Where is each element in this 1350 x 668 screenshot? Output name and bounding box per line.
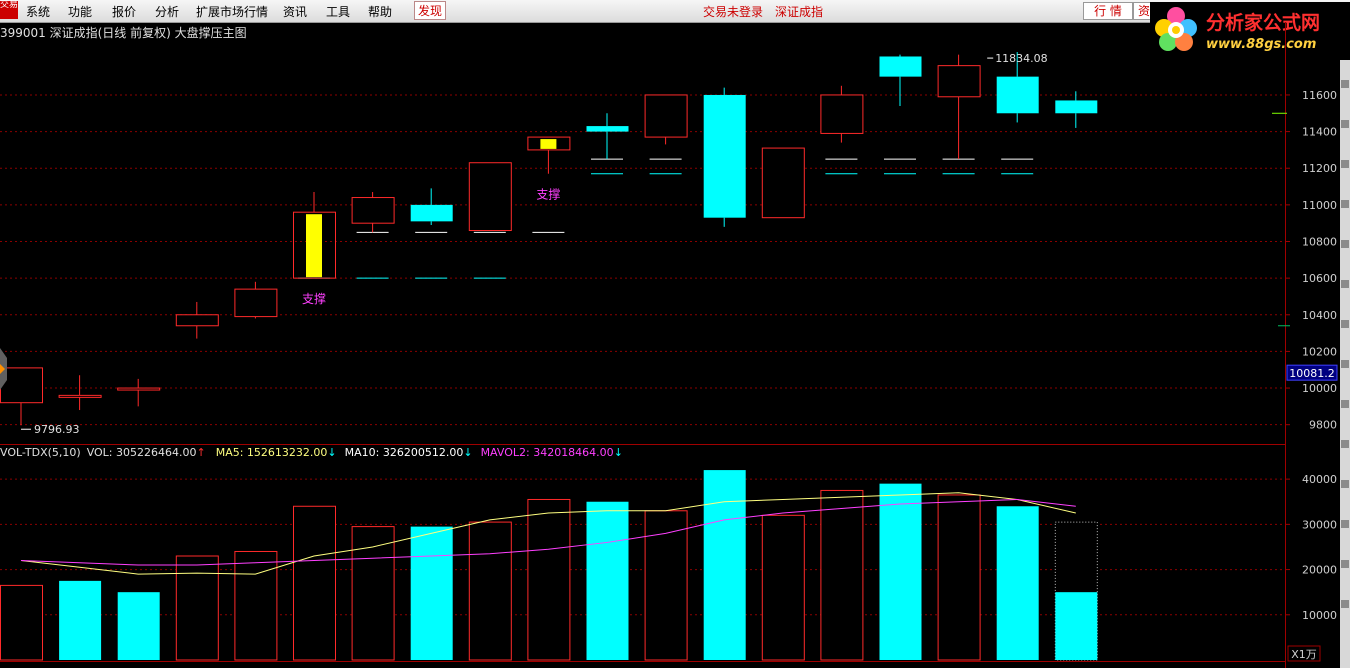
- candle-body[interactable]: [937, 65, 981, 98]
- candle-body[interactable]: [410, 204, 453, 222]
- volume-unit-label: X1万: [1291, 648, 1317, 661]
- volume-tick-label: 20000: [1302, 564, 1337, 577]
- price-tick-label: 10200: [1302, 345, 1337, 358]
- volume-bar[interactable]: [703, 470, 746, 660]
- candle-body[interactable]: [175, 314, 219, 327]
- price-tick-label: 11200: [1302, 162, 1337, 175]
- volume-bar[interactable]: [0, 584, 43, 661]
- candle-body[interactable]: [820, 94, 864, 134]
- price-tick-label: 11600: [1302, 89, 1337, 102]
- toolbar-tool-icon[interactable]: [1341, 520, 1349, 528]
- candle-highlight-body[interactable]: [306, 214, 322, 278]
- volume-bar[interactable]: [820, 489, 864, 661]
- candle-body[interactable]: [58, 394, 102, 398]
- candle-body[interactable]: [879, 56, 922, 77]
- volume-bar[interactable]: [293, 505, 336, 661]
- price-tick-label: 10400: [1302, 309, 1337, 322]
- price-tick-label: 10000: [1302, 382, 1337, 395]
- toolbar-tool-icon[interactable]: [1341, 280, 1349, 288]
- toolbar-tool-icon[interactable]: [1341, 80, 1349, 88]
- price-tick-label: 9800: [1309, 419, 1337, 432]
- support-label: 支撑: [302, 291, 326, 306]
- volume-bar[interactable]: [59, 580, 102, 660]
- price-tick-label: 10600: [1302, 272, 1337, 285]
- candle-body[interactable]: [644, 94, 688, 138]
- support-label: 支撑: [536, 187, 560, 202]
- price-tick-label: 10800: [1302, 236, 1337, 249]
- candle-body[interactable]: [1055, 100, 1098, 114]
- right-toolbar: [1340, 60, 1350, 668]
- current-price-label: 10081.2: [1289, 367, 1335, 380]
- toolbar-tool-icon[interactable]: [1341, 480, 1349, 488]
- toolbar-tool-icon[interactable]: [1341, 160, 1349, 168]
- volume-bar[interactable]: [527, 498, 571, 661]
- toolbar-tool-icon[interactable]: [1341, 120, 1349, 128]
- volume-bar[interactable]: [234, 550, 278, 661]
- volume-bar-current[interactable]: [1055, 592, 1098, 660]
- candle-body[interactable]: [351, 197, 395, 224]
- volume-bar[interactable]: [175, 555, 219, 661]
- volume-bar[interactable]: [410, 526, 453, 660]
- price-tick-label: 11400: [1302, 126, 1337, 139]
- candle-body[interactable]: [586, 126, 629, 132]
- toolbar-tool-icon[interactable]: [1341, 440, 1349, 448]
- toolbar-tool-icon[interactable]: [1341, 240, 1349, 248]
- toolbar-tool-icon[interactable]: [1341, 400, 1349, 408]
- candle-highlight-body[interactable]: [540, 139, 557, 149]
- candle-body[interactable]: [234, 288, 278, 318]
- toolbar-tool-icon[interactable]: [1341, 200, 1349, 208]
- candle-body[interactable]: [468, 162, 512, 232]
- low-price-label: 9796.93: [34, 423, 80, 436]
- volume-tick-label: 10000: [1302, 609, 1337, 622]
- candle-body[interactable]: [996, 76, 1039, 114]
- candle-body[interactable]: [761, 147, 805, 219]
- volume-bar[interactable]: [879, 483, 922, 660]
- toolbar-tool-icon[interactable]: [1341, 320, 1349, 328]
- volume-bar[interactable]: [586, 501, 629, 660]
- candle-body[interactable]: [703, 94, 746, 218]
- toolbar-tool-icon[interactable]: [1341, 560, 1349, 568]
- volume-tick-label: 40000: [1302, 473, 1337, 486]
- toolbar-tool-icon[interactable]: [1341, 600, 1349, 608]
- volume-bar[interactable]: [996, 506, 1039, 660]
- volume-bar[interactable]: [117, 592, 160, 660]
- volume-bar[interactable]: [468, 521, 512, 661]
- high-price-label: 11834.08: [995, 52, 1047, 65]
- volume-bar[interactable]: [761, 514, 805, 661]
- kline-volume-chart[interactable]: 11600 11400 11200 11000 10800 10600 10400 10200…: [0, 0, 1350, 668]
- candle-body[interactable]: [117, 387, 161, 391]
- toolbar-tool-icon[interactable]: [1341, 360, 1349, 368]
- volume-bar[interactable]: [937, 494, 981, 661]
- volume-tick-label: 30000: [1302, 518, 1337, 531]
- price-tick-label: 11000: [1302, 199, 1337, 212]
